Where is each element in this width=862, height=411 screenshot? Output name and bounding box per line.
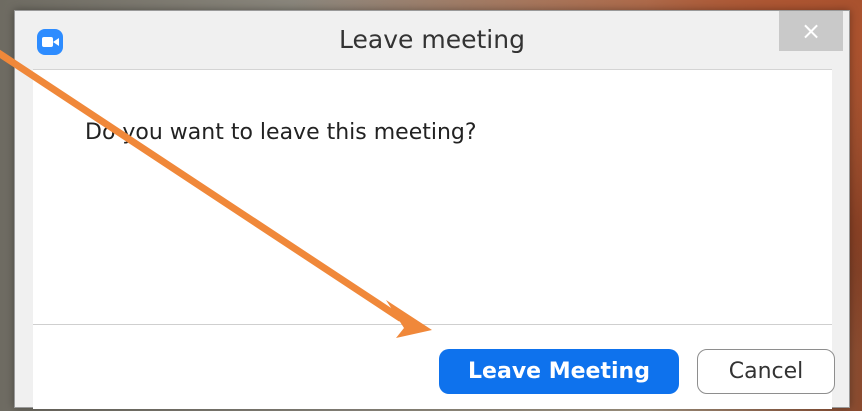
title-bar: Leave meeting × (15, 11, 849, 69)
confirmation-message: Do you want to leave this meeting? (85, 120, 477, 145)
close-button[interactable]: × (779, 11, 843, 51)
dialog-title: Leave meeting (339, 25, 525, 54)
dialog-footer: Leave Meeting Cancel (33, 325, 835, 409)
cancel-button[interactable]: Cancel (697, 349, 835, 394)
dialog-body: Do you want to leave this meeting? (33, 69, 832, 325)
leave-meeting-button[interactable]: Leave Meeting (439, 349, 679, 394)
leave-meeting-dialog: Leave meeting × Do you want to leave thi… (14, 10, 850, 409)
